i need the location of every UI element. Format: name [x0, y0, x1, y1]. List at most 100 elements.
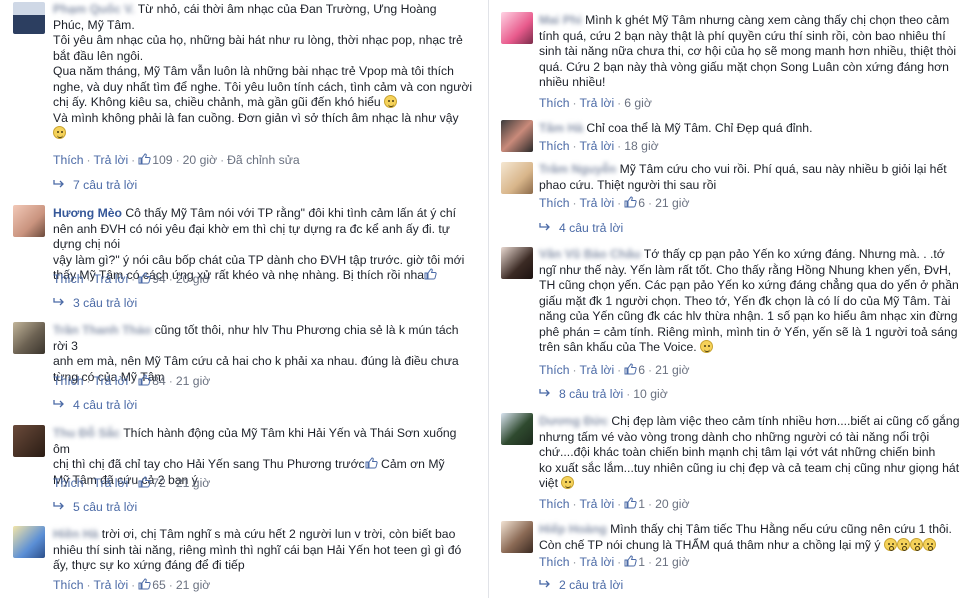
commenter-name[interactable]: Thu Đỗ Sắc: [53, 426, 120, 440]
timestamp[interactable]: 20 giờ: [176, 272, 210, 286]
comment-text: chị ấy. Không kiêu sa, chiều chảnh, mà g…: [53, 95, 381, 109]
comment-text: việt: [539, 476, 558, 490]
timestamp[interactable]: 20 giờ: [183, 153, 217, 167]
reply-link[interactable]: Trả lời: [94, 476, 129, 490]
like-count[interactable]: 65: [152, 578, 166, 592]
avatar[interactable]: [13, 425, 45, 457]
comment-text: phao cứu. Thiệt người thi sau rồi: [539, 177, 717, 192]
reply-link[interactable]: Trả lời: [580, 363, 615, 377]
view-replies-link[interactable]: 3 câu trả lời: [53, 296, 137, 310]
commenter-name[interactable]: Hiền Hà: [53, 527, 98, 541]
like-link[interactable]: Thích: [53, 578, 83, 592]
view-replies-link[interactable]: 5 câu trả lời: [53, 500, 137, 514]
comment-text: tính quá, cứu 2 bạn này thật là phí quyề…: [539, 28, 946, 43]
commenter-name[interactable]: Trâm Nguyễn: [539, 162, 616, 176]
view-replies-link[interactable]: 4 câu trả lời: [53, 398, 137, 412]
avatar[interactable]: [13, 322, 45, 354]
commenter-name[interactable]: Mai Phi: [539, 13, 582, 27]
avatar[interactable]: [501, 162, 533, 194]
right-comment-column: Mai Phi Mình k ghét Mỹ Tâm nhưng càng xe…: [488, 0, 974, 598]
avatar[interactable]: [501, 247, 533, 279]
timestamp[interactable]: 21 giờ: [655, 363, 689, 377]
like-link[interactable]: Thích: [539, 363, 569, 377]
comment-actions: Thích · Trả lời · 94 · 20 giờ: [53, 272, 211, 286]
like-count[interactable]: 72: [152, 476, 166, 490]
commenter-name[interactable]: Tâm Hà: [539, 121, 583, 135]
reply-link[interactable]: Trả lời: [580, 196, 615, 210]
commenter-name[interactable]: Hương Mèo: [53, 206, 122, 220]
timestamp[interactable]: 21 giờ: [176, 476, 210, 490]
commenter-name[interactable]: Vân Vũ Bảo Châu: [539, 247, 641, 261]
like-link[interactable]: Thích: [53, 374, 83, 388]
avatar[interactable]: [501, 12, 533, 44]
comment-text: Tớ thấy cp pạn pảo Yến ko xứng đáng. Như…: [643, 247, 945, 261]
timestamp[interactable]: 21 giờ: [655, 555, 689, 569]
commenter-name[interactable]: Phạm Quốc V.: [53, 2, 135, 16]
comment-text: trên sân khấu của The Voice.: [539, 340, 697, 354]
timestamp[interactable]: 6 giờ: [624, 96, 652, 110]
timestamp[interactable]: 18 giờ: [624, 139, 658, 153]
comment-text: ngĩ như thế này. Yến làm rất tốt. Cho th…: [539, 262, 952, 277]
comment-actions: Thích · Trả lời · 65 · 21 giờ: [53, 578, 211, 592]
like-link[interactable]: Thích: [53, 476, 83, 490]
like-count[interactable]: 6: [638, 196, 645, 210]
avatar[interactable]: [13, 2, 45, 34]
reply-arrow-icon: [53, 180, 64, 188]
comment-text: anh em mà, nên Mỹ Tâm cứu cả hai cho k p…: [53, 354, 459, 368]
comment-body: Trâm Nguyễn Mỹ Tâm cứu cho vui rồi. Phí …: [539, 162, 966, 193]
reply-link[interactable]: Trả lời: [94, 153, 129, 167]
comment-text: Phúc, Mỹ Tâm.: [53, 17, 135, 32]
edited-label[interactable]: Đã chỉnh sửa: [227, 153, 300, 167]
like-link[interactable]: Thích: [539, 555, 569, 569]
reply-link[interactable]: Trả lời: [580, 96, 615, 110]
wow-emoji-icon: [922, 537, 936, 551]
comment-actions: Thích · Trả lời · 1 · 21 giờ: [539, 555, 690, 569]
commenter-name[interactable]: Dương Đức: [539, 414, 608, 428]
wow-emoji-icon: [896, 537, 910, 551]
comment-text: Mỹ Tâm cứu cho vui rồi. Phí quá, sau này…: [619, 162, 947, 176]
like-link[interactable]: Thích: [539, 497, 569, 511]
like-link[interactable]: Thích: [53, 272, 83, 286]
commenter-name[interactable]: Trần Thanh Thảo: [53, 323, 151, 337]
reply-link[interactable]: Trả lời: [580, 139, 615, 153]
comment-text: Chị đẹp làm việc theo cảm tính nhiều hơn…: [611, 414, 960, 428]
like-count[interactable]: 6: [638, 363, 645, 377]
like-count[interactable]: 109: [152, 153, 172, 167]
reply-link[interactable]: Trả lời: [580, 555, 615, 569]
reply-link[interactable]: Trả lời: [94, 374, 129, 388]
like-link[interactable]: Thích: [539, 96, 569, 110]
comment-text: Từ nhỏ, cái thời âm nhạc của Đan Trường,…: [137, 2, 437, 16]
timestamp[interactable]: 21 giờ: [655, 196, 689, 210]
view-replies-link[interactable]: 4 câu trả lời: [539, 221, 623, 235]
timestamp[interactable]: 21 giờ: [176, 374, 210, 388]
like-count[interactable]: 84: [152, 374, 166, 388]
commenter-name[interactable]: Hiếp Hoàng: [539, 522, 607, 536]
avatar[interactable]: [501, 521, 533, 553]
comment-text: Cô thấy Mỹ Tâm nói với TP rằng" đôi khi …: [125, 206, 457, 220]
like-link[interactable]: Thích: [539, 139, 569, 153]
view-replies-link[interactable]: 7 câu trả lời: [53, 178, 137, 192]
wow-emoji-icon: [883, 537, 897, 551]
timestamp[interactable]: 20 giờ: [655, 497, 689, 511]
reply-link[interactable]: Trả lời: [580, 497, 615, 511]
reply-link[interactable]: Trả lời: [94, 272, 129, 286]
timestamp[interactable]: 21 giờ: [176, 578, 210, 592]
reply-link[interactable]: Trả lời: [94, 578, 129, 592]
like-link[interactable]: Thích: [53, 153, 83, 167]
like-count[interactable]: 1: [638, 555, 645, 569]
like-count[interactable]: 94: [152, 272, 166, 286]
comment-text: Cảm ơn Mỹ: [377, 457, 445, 471]
comment-body: Dương Đức Chị đẹp làm việc theo cảm tính…: [539, 414, 966, 492]
comment-text: sinh tài năng nữa chưa thi, cơ hội của h…: [539, 44, 957, 58]
like-count[interactable]: 1: [638, 497, 645, 511]
avatar[interactable]: [501, 413, 533, 445]
avatar[interactable]: [13, 205, 45, 237]
view-replies-link[interactable]: 2 câu trả lời: [539, 578, 623, 592]
like-link[interactable]: Thích: [539, 196, 569, 210]
reply-arrow-icon: [539, 580, 550, 588]
view-replies-link[interactable]: 8 câu trả lời · 10 giờ: [539, 387, 668, 401]
avatar[interactable]: [501, 120, 533, 152]
avatar[interactable]: [13, 526, 45, 558]
comment-text: nghe, và duy nhất tìm để nghe. Tôi yêu l…: [53, 79, 473, 94]
timestamp[interactable]: 10 giờ: [633, 387, 667, 401]
